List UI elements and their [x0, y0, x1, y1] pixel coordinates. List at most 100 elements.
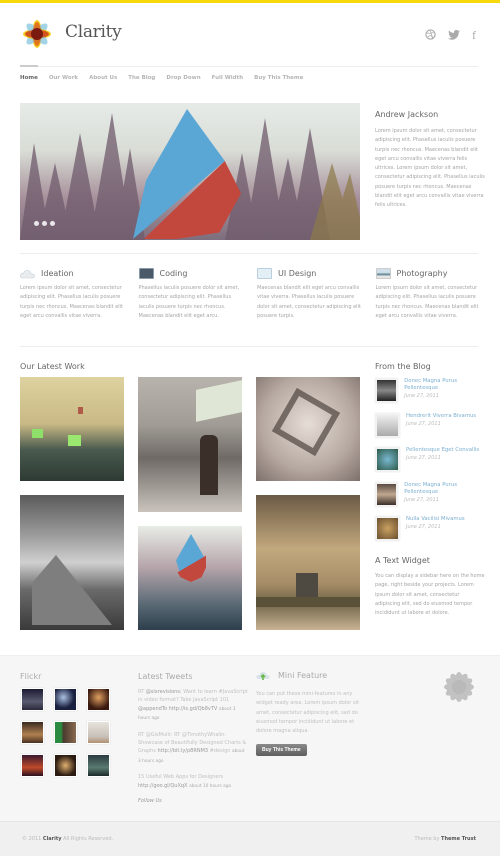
tweet-link[interactable]: @appendTo http://is.gd/Qb8vTV — [138, 706, 217, 712]
hero-slider[interactable] — [20, 103, 360, 240]
window-icon — [257, 267, 272, 279]
blog-post[interactable]: Nulla Vacilisi Mivamus June 27, 2011 — [375, 516, 485, 551]
slide-dot[interactable] — [34, 221, 39, 226]
twitter-icon[interactable] — [448, 29, 460, 42]
blog-list: Donec Magna Purus Pellentesque June 27, 2… — [375, 378, 485, 551]
work-detail — [196, 380, 242, 422]
flickr-photo[interactable] — [54, 688, 77, 711]
flickr-photo[interactable] — [87, 721, 110, 744]
feature-title: Coding — [159, 268, 188, 278]
tweet: 15 Useful Web Apps for Designers http://… — [138, 773, 248, 791]
site-footer: © 2011 Clarity All Rights Reserved. Them… — [0, 821, 500, 856]
flickr-photo[interactable] — [54, 754, 77, 777]
feature-text: Lorem ipsum dolor sit amet, consectetur … — [375, 285, 479, 319]
blog-post-title[interactable]: Nulla Vacilisi Mivamus — [406, 516, 465, 523]
work-item-castle[interactable] — [256, 495, 360, 630]
theme-credit: Theme by Theme Trust — [414, 836, 476, 842]
tweet-user-link[interactable]: @GisMullr: — [146, 732, 173, 738]
nav-drop-down[interactable]: Drop Down — [166, 75, 200, 81]
blog-thumb[interactable] — [375, 481, 399, 507]
tweet-hashtag[interactable]: #design — [208, 748, 231, 754]
feature-title: Ideation — [41, 268, 74, 278]
blog-post[interactable]: Hendrerit Viverra Bivamus June 27, 2011 — [375, 412, 485, 448]
blog-post-title[interactable]: Hendrerit Viverra Bivamus — [406, 413, 476, 420]
tweet-text: 15 Useful Web Apps for Designers — [138, 774, 224, 781]
divider — [20, 253, 478, 254]
social-links: f — [425, 29, 476, 42]
work-item-gallery[interactable] — [20, 377, 124, 481]
tweet-link[interactable]: http://goo.gl/QuXqX — [138, 783, 188, 789]
hero-sidebar-text: Lorem ipsum dolor sit amet, consectetur … — [375, 128, 485, 209]
work-item-poster[interactable] — [138, 526, 242, 630]
nav-our-work[interactable]: Our Work — [49, 75, 78, 81]
footer-logo-icon — [444, 672, 474, 702]
clarity-logo-icon[interactable] — [20, 17, 54, 51]
tweet-prefix: RT — [138, 689, 146, 695]
flickr-photo[interactable] — [21, 721, 44, 744]
slide-dot[interactable] — [42, 221, 47, 226]
blog-post-title[interactable]: Pellentesque Eget Convallis — [406, 447, 479, 454]
copyright-suffix: All Rights Reserved. — [61, 836, 114, 842]
copyright-brand-link[interactable]: Clarity — [43, 836, 62, 842]
work-detail — [32, 429, 43, 438]
nav-about-us[interactable]: About Us — [89, 75, 117, 81]
tweets-list: RT @sixrevisions: Want to learn #JavaScr… — [138, 688, 248, 804]
cloud-upload-icon — [256, 671, 270, 680]
feature-title: Photography — [396, 268, 448, 278]
tweet-prefix: RT — [138, 731, 146, 738]
blog-post[interactable]: Donec Magna Purus Pellentesque June 27, 2… — [375, 481, 485, 517]
credit-prefix: Theme by — [414, 836, 442, 842]
work-detail — [68, 435, 81, 446]
dribbble-icon[interactable] — [425, 29, 436, 42]
tweet-user-link[interactable]: @sixrevisions: — [146, 689, 182, 695]
blog-thumb[interactable] — [375, 412, 400, 438]
blog-thumb[interactable] — [375, 378, 399, 403]
cloud-icon — [20, 269, 35, 278]
tweet-time[interactable]: about 10 hours ago — [189, 784, 231, 789]
flickr-photo[interactable] — [87, 688, 110, 711]
blog-thumb[interactable] — [375, 516, 400, 541]
flickr-photo[interactable] — [54, 721, 77, 744]
buy-theme-button[interactable]: Buy This Theme — [256, 744, 307, 757]
work-detail — [256, 597, 360, 607]
top-accent-bar — [0, 0, 500, 3]
mini-feature-text: You can put these mini-features in any w… — [256, 691, 359, 735]
nav-home[interactable]: Home — [20, 75, 38, 81]
tweets-title: Latest Tweets — [138, 672, 193, 681]
tweet: RT @sixrevisions: Want to learn #JavaScr… — [138, 688, 248, 724]
blog-post-date: June 27, 2011 — [406, 455, 441, 461]
slide-dot[interactable] — [50, 221, 55, 226]
mini-feature: Mini Feature You can put these mini-feat… — [256, 670, 366, 757]
site-title[interactable]: Clarity — [65, 22, 122, 42]
blog-post-date: June 27, 2011 — [406, 524, 441, 530]
blog-post[interactable]: Pellentesque Eget Convallis June 27, 2011 — [375, 447, 485, 482]
work-item-city[interactable] — [138, 377, 242, 512]
work-item-sculpture[interactable] — [256, 377, 360, 481]
flickr-photo[interactable] — [21, 754, 44, 777]
mini-feature-title: Mini Feature — [278, 671, 328, 680]
follow-us-link[interactable]: Follow Us — [138, 798, 248, 804]
hero-sidebar-title: Andrew Jackson — [375, 110, 439, 119]
flickr-photo[interactable] — [21, 688, 44, 711]
blog-post-title[interactable]: Donec Magna Purus Pellentesque — [404, 482, 485, 496]
tweet-link[interactable]: http://bit.ly/p8RNM3 — [158, 748, 209, 754]
blog-thumb[interactable] — [375, 447, 400, 472]
facebook-icon[interactable]: f — [472, 29, 476, 41]
theme-trust-link[interactable]: Theme Trust — [441, 836, 476, 842]
work-detail — [32, 555, 112, 625]
blog-post[interactable]: Donec Magna Purus Pellentesque June 27, 2… — [375, 378, 485, 413]
nav-buy-this-theme[interactable]: Buy This Theme — [254, 75, 303, 81]
blog-post-title[interactable]: Donec Magna Purus Pellentesque — [404, 378, 485, 392]
blog-post-date: June 27, 2011 — [406, 420, 441, 427]
work-item-church[interactable] — [20, 495, 124, 630]
feature-ui-design: UI Design Maecenas blandit elit eget arc… — [257, 266, 376, 321]
work-detail — [200, 435, 218, 495]
flickr-photo[interactable] — [87, 754, 110, 777]
divider — [20, 346, 478, 347]
work-detail — [271, 387, 341, 457]
nav-the-blog[interactable]: The Blog — [128, 75, 155, 81]
nav-divider — [20, 66, 478, 67]
feature-title: UI Design — [278, 268, 317, 278]
text-widget-title: A Text Widget — [375, 556, 430, 565]
nav-full-width[interactable]: Full Width — [212, 75, 244, 81]
